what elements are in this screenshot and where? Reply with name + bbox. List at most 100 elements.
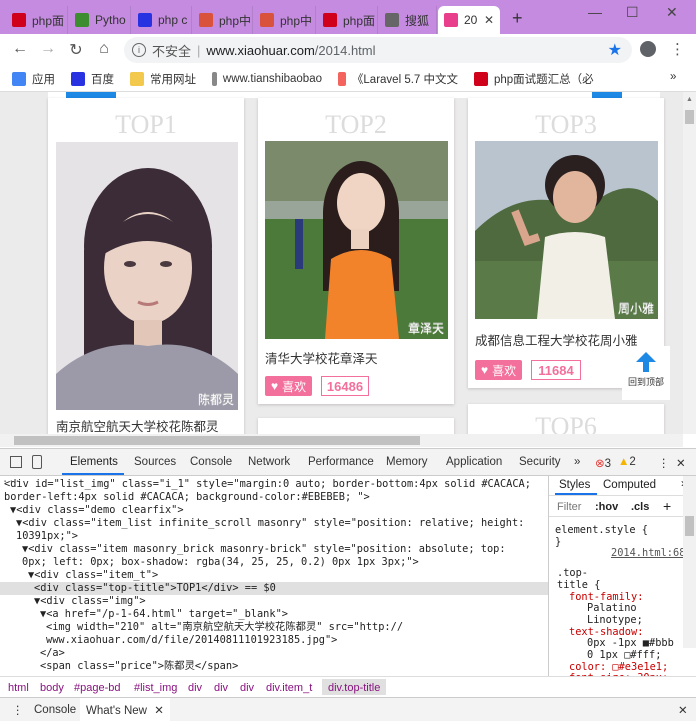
close-icon[interactable]: ✕ [154,705,164,717]
forward-arrow-icon[interactable]: → [38,40,58,58]
photo-card[interactable] [258,418,454,434]
profile-avatar-icon[interactable] [640,41,656,57]
warning-count[interactable]: ▲2 [618,456,636,468]
error-count[interactable]: ⊗3 [595,456,611,470]
hov-toggle[interactable]: :hov [595,501,618,513]
breadcrumb-item[interactable]: div.top-title [322,679,387,695]
browser-tab[interactable]: php面 [6,6,68,34]
dom-node[interactable]: ▼<div class="item_t"> [0,569,548,582]
like-button[interactable]: ♥ 喜欢 [265,376,313,396]
browser-tab[interactable]: php中 [193,6,253,34]
dom-node[interactable]: <img width="210" alt="南京航空航天大学校花陈都灵" src… [0,621,548,634]
close-devtools-icon[interactable]: ✕ [676,456,686,470]
bookmark-item[interactable]: 百度 [71,71,114,87]
breadcrumb-item[interactable]: div [188,682,202,694]
tab-whats-new[interactable]: What's New ✕ [80,698,170,721]
close-window-button[interactable]: ✕ [666,4,678,21]
scroll-up-arrow-icon[interactable]: ▲ [686,96,693,103]
photo-caption[interactable]: 清华大学校花章泽天 [265,348,378,367]
breadcrumb-item[interactable]: div [240,682,254,694]
dom-node[interactable]: www.xiaohuar.com/d/file/2014081110192318… [0,634,548,647]
tab-memory[interactable]: Memory [386,456,428,468]
photo-card[interactable]: TOP6 [468,404,664,434]
bookmark-item[interactable]: www.tianshibaobao [212,71,322,86]
rule-source-link[interactable]: 2014.html:68 [611,547,685,559]
tab-computed[interactable]: Computed [603,479,656,491]
page-vertical-scrollbar[interactable]: ▲ [683,92,696,434]
kebab-menu-icon[interactable]: ⋮ [670,40,685,58]
photo-card[interactable]: TOP3 周小雅 成都信息工程大学校花周小雅 ♥ 喜欢 11684 [468,98,664,388]
tab-application[interactable]: Application [446,456,502,468]
breadcrumb-item[interactable]: html [8,682,29,694]
tab-console[interactable]: Console [190,456,232,468]
bookmark-item[interactable]: 《Laravel 5.7 中文文 [338,71,458,87]
minimize-button[interactable]: — [588,4,602,20]
node-actions-icon[interactable]: ··· [2,476,21,489]
more-tabs-icon[interactable]: » [574,456,580,468]
tab-network[interactable]: Network [248,456,290,468]
breadcrumb-item[interactable]: div.item_t [266,682,312,694]
portrait-photo[interactable]: 周小雅 [475,141,658,319]
breadcrumb-item[interactable]: div [214,682,228,694]
browser-tab[interactable]: 20 ✕ [438,6,500,34]
dom-node[interactable]: ▼<div class="item masonry_brick masonry-… [0,543,548,556]
photo-caption[interactable]: 南京航空航天大学校花陈都灵 [56,416,219,434]
close-drawer-icon[interactable]: ✕ [678,703,688,717]
dom-node[interactable]: 0px; left: 0px; box-shadow: rgba(34, 25,… [0,556,548,569]
reload-icon[interactable]: ↻ [66,40,86,60]
dom-tree[interactable]: <div id="list_img" class="i_1" style="ma… [0,476,548,676]
tab-elements[interactable]: Elements [70,456,118,468]
tab-console[interactable]: Console [34,704,76,716]
new-tab-button[interactable]: + [512,8,523,29]
device-toolbar-icon[interactable] [32,455,42,469]
bookmarks-overflow-icon[interactable]: » [670,71,676,83]
bookmark-item[interactable]: 应用 [12,71,55,87]
breadcrumb-item[interactable]: #list_img [134,682,177,694]
dom-node[interactable]: border-left:4px solid #CACACA; backgroun… [0,491,548,504]
portrait-photo[interactable]: 章泽天 [265,141,448,339]
dom-node[interactable]: <div id="list_img" class="i_1" style="ma… [0,478,548,491]
dom-node[interactable]: ▼<a href="/p-1-64.html" target="_blank"> [0,608,548,621]
portrait-photo[interactable]: 陈都灵 [56,142,238,410]
breadcrumb-item[interactable]: #page-bd [74,682,121,694]
drawer-menu-icon[interactable]: ⋮ [12,703,24,717]
browser-tab[interactable]: php面 [317,6,378,34]
styles-scrollbar[interactable] [683,476,696,648]
bookmark-star-icon[interactable]: ★ [608,40,622,60]
maximize-button[interactable]: ☐ [626,4,639,21]
breadcrumb-item[interactable]: body [40,682,64,694]
browser-tab[interactable]: php c [132,6,192,34]
dom-node[interactable]: ▼<div class="img"> [0,595,548,608]
scroll-thumb[interactable] [685,516,694,536]
new-style-rule-icon[interactable]: + [663,498,671,514]
like-button[interactable]: ♥ 喜欢 [475,360,523,380]
tab-performance[interactable]: Performance [308,456,374,468]
browser-tab[interactable]: php中 [254,6,316,34]
devtools-menu-icon[interactable]: ⋮ [658,456,670,470]
scroll-thumb[interactable] [14,436,420,445]
back-arrow-icon[interactable]: ← [10,40,30,58]
close-tab-icon[interactable]: ✕ [480,13,494,27]
tab-security[interactable]: Security [519,456,561,468]
cls-toggle[interactable]: .cls [631,501,649,513]
dom-node[interactable]: </a> [0,647,548,660]
security-label[interactable]: 不安全 [152,41,191,60]
browser-tab[interactable]: 搜狐 [379,6,437,34]
tab-sources[interactable]: Sources [134,456,176,468]
bookmark-item[interactable]: php面试题汇总（必 [474,71,594,87]
browser-tab[interactable]: Pytho [69,6,131,34]
dom-node[interactable]: ▼<div class="demo clearfix"> [0,504,548,517]
home-icon[interactable]: ⌂ [94,40,114,58]
dom-node[interactable]: <span class="price">陈都灵</span> [0,660,548,673]
page-horizontal-scrollbar[interactable] [0,434,683,447]
inspect-element-icon[interactable] [10,456,22,468]
dom-node[interactable]: 10391px;"> [0,530,548,543]
photo-card[interactable]: TOP2 章泽天 清华大学校花章泽天 ♥ 喜欢 16486 [258,98,454,404]
tab-styles[interactable]: Styles [559,479,590,491]
photo-card[interactable]: TOP1 陈都灵 南京航空航天大学校花陈都灵 [48,98,244,434]
scroll-thumb[interactable] [685,110,694,124]
info-icon[interactable]: i [132,43,146,57]
dom-node[interactable]: ▼<div class="item_list infinite_scroll m… [0,517,548,530]
address-bar[interactable]: i 不安全 | www.xiaohuar.com /2014.html ★ [124,37,632,63]
back-to-top-button[interactable]: 回到顶部 [622,346,670,400]
